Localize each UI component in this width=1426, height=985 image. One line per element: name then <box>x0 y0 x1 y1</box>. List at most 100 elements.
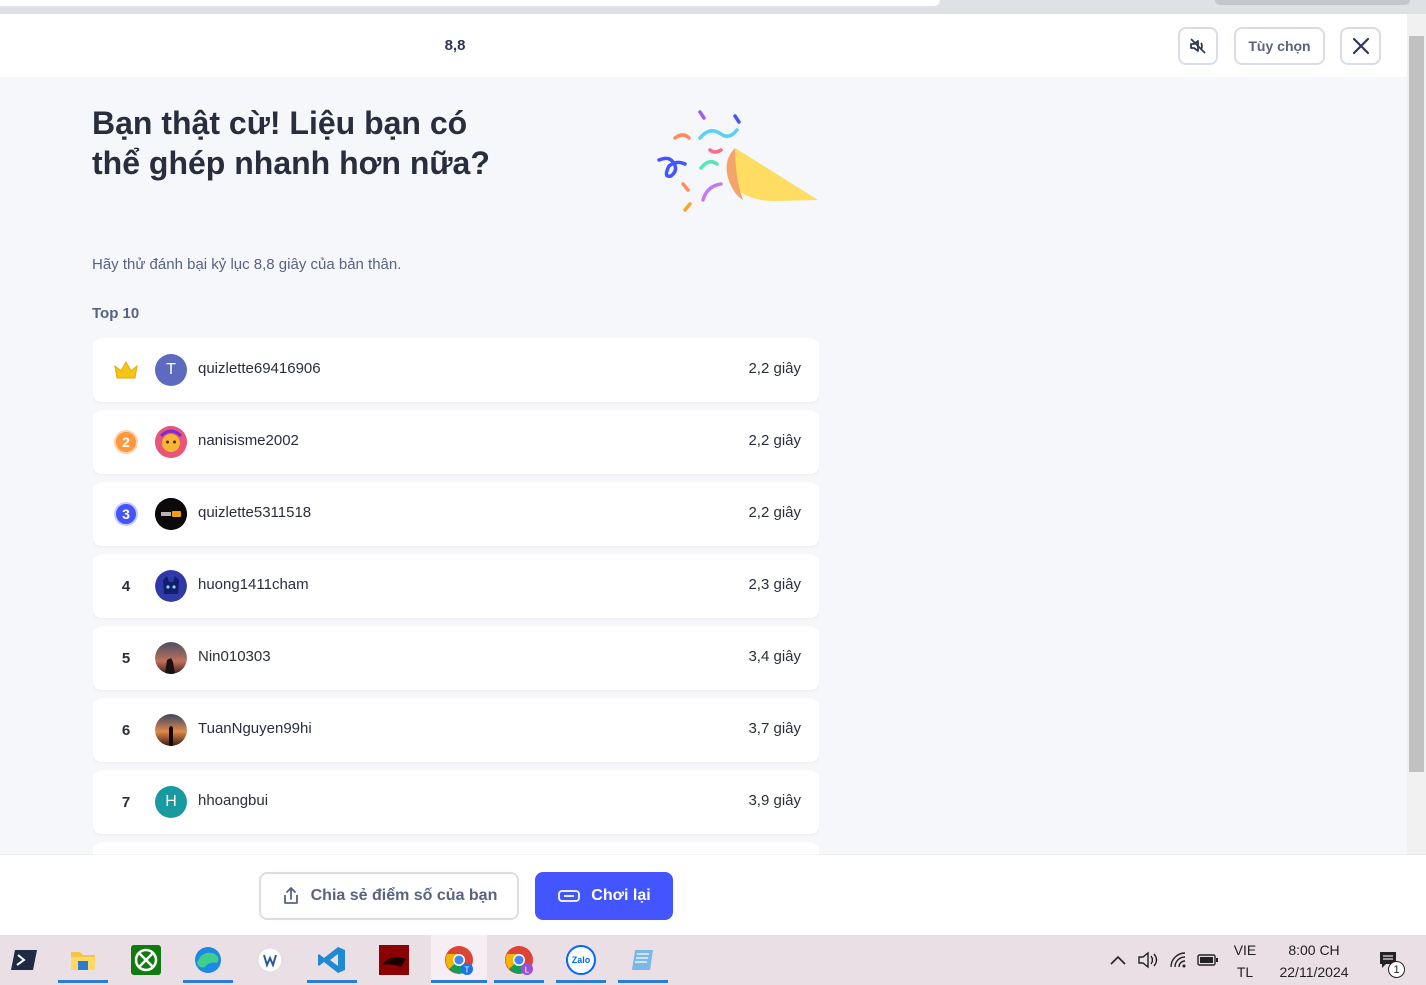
time-score: 2,2 giây <box>748 432 801 449</box>
username: quizlette5311518 <box>198 504 312 521</box>
vscode-icon[interactable] <box>307 935 357 985</box>
notepad-icon[interactable] <box>618 935 668 985</box>
leaderboard-row: 5 Nin010303 3,4 giây <box>93 626 819 690</box>
taskbar-indicator <box>307 980 357 983</box>
cards-icon <box>558 890 581 902</box>
leaderboard-row: 7 H hhoangbui 3,9 giây <box>93 770 819 834</box>
game-app-icon[interactable] <box>369 935 419 985</box>
close-icon <box>1352 37 1369 55</box>
leaderboard-row: 6 TuanNguyen99hi 3,7 giây <box>93 698 819 762</box>
rank-cell: 3 <box>111 502 141 526</box>
taskbar-indicator <box>431 980 487 983</box>
record-subtitle: Hãy thử đánh bại kỷ lục 8,8 giây của bản… <box>92 256 402 273</box>
avatar <box>155 642 187 674</box>
profile-picture <box>155 426 187 458</box>
leaderboard-row: 4 huong1411cham 2,3 giây <box>93 554 819 618</box>
profile-picture <box>155 642 187 674</box>
chevron-up-icon[interactable] <box>1106 935 1130 985</box>
avatar-letter: T <box>166 361 176 378</box>
taskbar-indicator <box>556 980 606 983</box>
username: hhoangbui <box>198 792 269 809</box>
username: nanisisme2002 <box>198 432 299 449</box>
close-button[interactable] <box>1340 27 1381 65</box>
rank-number: 5 <box>121 649 131 667</box>
username: quizlette69416906 <box>198 360 321 377</box>
clock-time: 8:00 CH <box>1288 942 1340 958</box>
language-code: VIE <box>1233 942 1257 958</box>
rank-number: 6 <box>121 721 131 739</box>
username: huong1411cham <box>198 576 309 593</box>
leaderboard-row: T quizlette69416906 2,2 giây <box>93 338 819 402</box>
browser-tab[interactable] <box>1215 0 1410 5</box>
time-score: 2,2 giây <box>748 360 801 377</box>
options-button[interactable]: Tùy chọn <box>1234 27 1325 65</box>
leaderboard: T quizlette69416906 2,2 giây 2 nanisisme… <box>93 338 819 855</box>
input-method: TL <box>1236 964 1254 980</box>
leaderboard-label: Top 10 <box>92 305 140 322</box>
leaderboard-row: 3 quizlette5311518 2,2 giây <box>93 482 819 546</box>
address-bar-edge <box>0 0 940 6</box>
powershell-icon[interactable] <box>0 935 50 985</box>
speaker-icon[interactable] <box>1135 935 1161 985</box>
result-title: Bạn thật cừ! Liệu bạn có thể ghép nhanh … <box>92 105 490 181</box>
edge-icon[interactable] <box>183 935 233 985</box>
xbox-icon[interactable] <box>121 935 171 985</box>
rank-number: 7 <box>121 793 131 811</box>
username: Nin010303 <box>198 648 271 665</box>
speaker-muted-icon <box>1190 38 1206 54</box>
clock[interactable]: 8:00 CH 22/11/2024 <box>1268 939 1360 983</box>
taskbar-indicator <box>618 980 668 983</box>
avatar: T <box>155 354 187 386</box>
mute-button[interactable] <box>1178 27 1218 65</box>
svg-text:L: L <box>525 966 530 975</box>
notification-count: 1 <box>1388 961 1405 978</box>
time-score: 3,4 giây <box>748 648 801 665</box>
clock-date: 22/11/2024 <box>1279 964 1349 980</box>
chrome-profile-icon[interactable]: L <box>494 935 544 985</box>
profile-picture <box>155 498 187 530</box>
rank-number: 4 <box>121 577 131 595</box>
taskbar-indicator <box>58 980 108 983</box>
party-popper-icon <box>657 110 818 212</box>
app-header: 8,8 Tùy chọn <box>0 14 1407 77</box>
rank-cell: 2 <box>111 430 141 454</box>
avatar <box>155 714 187 746</box>
avatar: H <box>155 786 187 818</box>
leaderboard-row: 2 nanisisme2002 2,2 giây <box>93 410 819 474</box>
username: TuanNguyen99hi <box>198 720 312 737</box>
language-indicator[interactable]: VIE TL <box>1228 939 1262 983</box>
browser-tab-strip <box>0 0 1426 14</box>
wifi-icon[interactable] <box>1166 935 1192 985</box>
crown-icon <box>111 358 141 382</box>
zalo-icon[interactable]: Zalo <box>556 935 606 985</box>
time-score: 2,2 giây <box>748 504 801 521</box>
time-score: 3,7 giây <box>748 720 801 737</box>
taskbar-indicator <box>494 980 544 983</box>
time-score: 3,9 giây <box>748 792 801 809</box>
profile-picture <box>155 714 187 746</box>
rank-medal: 2 <box>114 430 138 454</box>
share-label: Chia sẻ điểm số của bạn <box>310 887 498 904</box>
action-bar: Chia sẻ điểm số của bạn Chơi lại <box>0 855 1426 935</box>
notification-icon[interactable]: 1 <box>1372 935 1406 985</box>
taskbar: T L Zalo VIE TL 8:00 CH 22/11/2024 1 <box>0 935 1426 985</box>
svg-text:T: T <box>465 966 470 975</box>
taskbar-indicator <box>183 980 233 983</box>
timer-display: 8,8 <box>444 37 466 54</box>
share-score-button[interactable]: Chia sẻ điểm số của bạn <box>259 872 519 920</box>
share-icon <box>283 887 298 904</box>
zalo-badge: Zalo <box>566 945 596 975</box>
avatar <box>155 498 187 530</box>
scrollbar-thumb[interactable] <box>1409 36 1424 772</box>
replay-button[interactable]: Chơi lại <box>535 872 673 920</box>
chrome-icon[interactable]: T <box>431 935 487 985</box>
profile-picture <box>155 570 187 602</box>
rank-medal: 3 <box>114 502 138 526</box>
word-app-icon[interactable] <box>245 935 295 985</box>
leaderboard-row-partial <box>93 842 819 855</box>
replay-label: Chơi lại <box>591 887 651 904</box>
battery-icon[interactable] <box>1195 935 1221 985</box>
avatar <box>155 570 187 602</box>
avatar <box>155 426 187 458</box>
file-explorer-icon[interactable] <box>58 935 108 985</box>
